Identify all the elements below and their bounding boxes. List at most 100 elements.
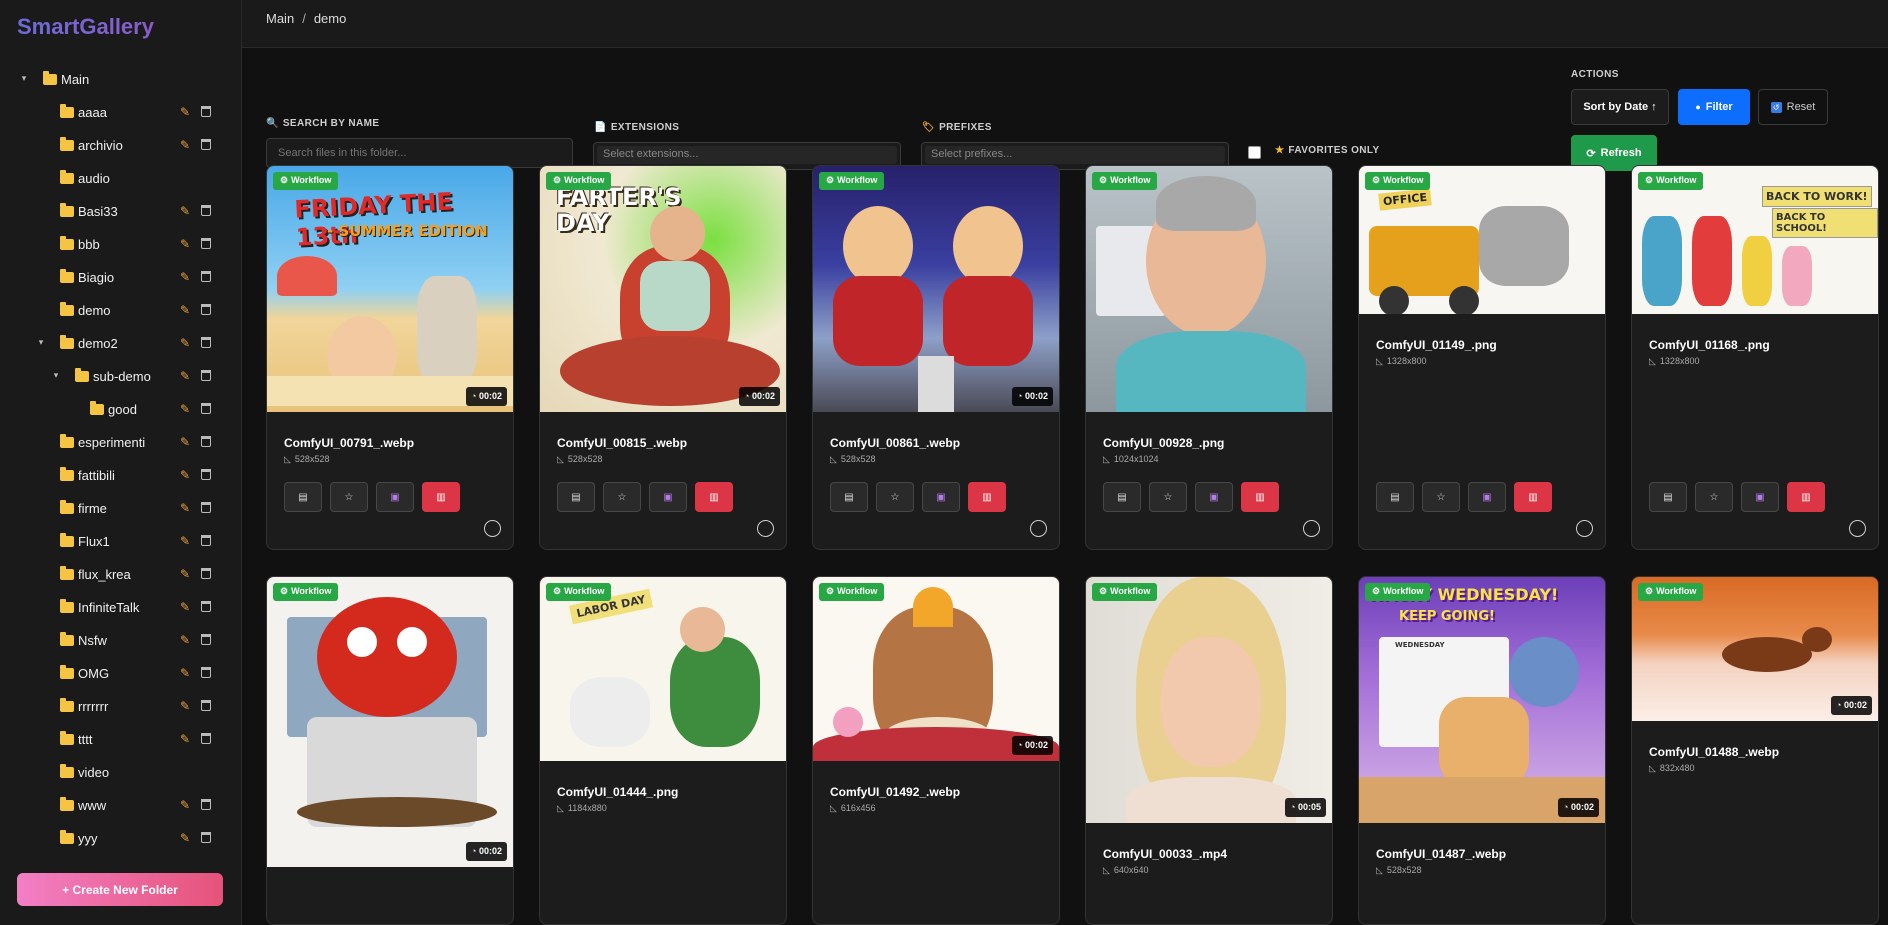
pencil-icon[interactable]: ✎: [180, 435, 190, 449]
trash-icon[interactable]: [201, 601, 211, 612]
open-file-button[interactable]: ▤: [1103, 482, 1141, 512]
select-circle[interactable]: [1303, 520, 1320, 537]
sidebar-item-audio[interactable]: audio: [0, 162, 242, 195]
sidebar-item-flux-krea[interactable]: flux_krea ✎: [0, 558, 242, 591]
workflow-badge[interactable]: ⚙ Workflow: [1365, 583, 1431, 601]
gallery-card[interactable]: ⚙ Workflow ◔ 00:02: [266, 576, 514, 925]
workflow-badge[interactable]: ⚙ Workflow: [1092, 172, 1158, 190]
sidebar-item-archivio[interactable]: archivio ✎: [0, 129, 242, 162]
trash-icon[interactable]: [201, 337, 211, 348]
favorite-button[interactable]: ☆: [330, 482, 368, 512]
pencil-icon[interactable]: ✎: [180, 138, 190, 152]
pencil-icon[interactable]: ✎: [180, 534, 190, 548]
trash-icon[interactable]: [201, 106, 211, 117]
open-file-button[interactable]: ▤: [284, 482, 322, 512]
pencil-icon[interactable]: ✎: [180, 567, 190, 581]
thumbnail[interactable]: BACK TO WORK! BACK TO SCHOOL! ⚙ Workflow: [1632, 166, 1878, 314]
workflow-badge[interactable]: ⚙ Workflow: [819, 172, 885, 190]
gallery-card[interactable]: OFFICE ⚙ Workflow ComfyUI_01149_.png ◺ 1328x8…: [1358, 165, 1606, 550]
pencil-icon[interactable]: ✎: [180, 402, 190, 416]
save-button[interactable]: ▣: [376, 482, 414, 512]
pencil-icon[interactable]: ✎: [180, 600, 190, 614]
select-circle[interactable]: [1030, 520, 1047, 537]
favorite-button[interactable]: ☆: [1149, 482, 1187, 512]
thumbnail[interactable]: ⚙ Workflow: [1086, 166, 1332, 412]
pencil-icon[interactable]: ✎: [180, 468, 190, 482]
sidebar-item-fattibili[interactable]: fattibili ✎: [0, 459, 242, 492]
workflow-badge[interactable]: ⚙ Workflow: [1638, 583, 1704, 601]
trash-icon[interactable]: [201, 700, 211, 711]
sidebar-item-good[interactable]: good ✎: [0, 393, 242, 426]
thumbnail[interactable]: WACKY WEDNESDAY! KEEP GOING! WEDNESDAY ⚙ Wor…: [1359, 577, 1605, 823]
pencil-icon[interactable]: ✎: [180, 270, 190, 284]
trash-icon[interactable]: [201, 502, 211, 513]
select-circle[interactable]: [1576, 520, 1593, 537]
create-folder-button[interactable]: + Create New Folder: [17, 873, 223, 906]
workflow-badge[interactable]: ⚙ Workflow: [273, 583, 339, 601]
thumbnail[interactable]: LABOR DAY ⚙ Workflow: [540, 577, 786, 761]
sidebar-item-yyy[interactable]: yyy ✎: [0, 822, 242, 855]
trash-icon[interactable]: [201, 799, 211, 810]
trash-icon[interactable]: [201, 469, 211, 480]
breadcrumb-root[interactable]: Main: [266, 11, 294, 26]
chevron-down-icon[interactable]: ▾: [19, 73, 29, 84]
gallery-card[interactable]: FRIDAY THE 13th - SUMMER EDITION ⚙ Workflow…: [266, 165, 514, 550]
trash-icon[interactable]: [201, 403, 211, 414]
pencil-icon[interactable]: ✎: [180, 336, 190, 350]
sidebar-item-bbb[interactable]: bbb ✎: [0, 228, 242, 261]
sidebar-item-basi33[interactable]: Basi33 ✎: [0, 195, 242, 228]
trash-icon[interactable]: [201, 271, 211, 282]
gallery-card[interactable]: LABOR DAY ⚙ Workflow ComfyUI_01444_.png ◺ 118…: [539, 576, 787, 925]
delete-button[interactable]: ▥: [1241, 482, 1279, 512]
open-file-button[interactable]: ▤: [1376, 482, 1414, 512]
trash-icon[interactable]: [201, 667, 211, 678]
sidebar-item-tttt[interactable]: tttt ✎: [0, 723, 242, 756]
search-input[interactable]: [266, 138, 573, 168]
pencil-icon[interactable]: ✎: [180, 204, 190, 218]
save-button[interactable]: ▣: [1741, 482, 1779, 512]
select-circle[interactable]: [1849, 520, 1866, 537]
sidebar-item-demo2[interactable]: ▾ demo2 ✎: [0, 327, 242, 360]
pencil-icon[interactable]: ✎: [180, 369, 190, 383]
workflow-badge[interactable]: ⚙ Workflow: [1638, 172, 1704, 190]
gallery-card[interactable]: ⚙ Workflow ComfyUI_00928_.png ◺ 1024x1024 ▤ ☆ ▣…: [1085, 165, 1333, 550]
delete-button[interactable]: ▥: [422, 482, 460, 512]
thumbnail[interactable]: FRIDAY THE 13th - SUMMER EDITION ⚙ Workflow…: [267, 166, 513, 412]
sidebar-item-infinitetalk[interactable]: InfiniteTalk ✎: [0, 591, 242, 624]
favorite-button[interactable]: ☆: [876, 482, 914, 512]
trash-icon[interactable]: [201, 238, 211, 249]
trash-icon[interactable]: [201, 634, 211, 645]
gallery-card[interactable]: WACKY WEDNESDAY! KEEP GOING! WEDNESDAY ⚙ Wor…: [1358, 576, 1606, 925]
open-file-button[interactable]: ▤: [557, 482, 595, 512]
thumbnail[interactable]: ⚙ Workflow ◔ 00:02: [813, 166, 1059, 412]
sidebar-item-nsfw[interactable]: Nsfw ✎: [0, 624, 242, 657]
open-file-button[interactable]: ▤: [830, 482, 868, 512]
delete-button[interactable]: ▥: [1514, 482, 1552, 512]
chevron-down-icon[interactable]: ▾: [36, 337, 46, 348]
sort-button[interactable]: Sort by Date ↑: [1571, 89, 1669, 125]
trash-icon[interactable]: [201, 205, 211, 216]
favorite-button[interactable]: ☆: [1422, 482, 1460, 512]
save-button[interactable]: ▣: [1468, 482, 1506, 512]
sidebar-item-esperimenti[interactable]: esperimenti ✎: [0, 426, 242, 459]
pencil-icon[interactable]: ✎: [180, 732, 190, 746]
sidebar-item-omg[interactable]: OMG ✎: [0, 657, 242, 690]
thumbnail[interactable]: OFFICE ⚙ Workflow: [1359, 166, 1605, 314]
gallery-card[interactable]: FARTER'S DAY ⚙ Workflow ◔ 00:02 ComfyUI_0081…: [539, 165, 787, 550]
chevron-down-icon[interactable]: ▾: [51, 370, 61, 381]
workflow-badge[interactable]: ⚙ Workflow: [546, 172, 612, 190]
pencil-icon[interactable]: ✎: [180, 798, 190, 812]
sidebar-item-biagio[interactable]: Biagio ✎: [0, 261, 242, 294]
pencil-icon[interactable]: ✎: [180, 633, 190, 647]
pencil-icon[interactable]: ✎: [180, 105, 190, 119]
sidebar-item-demo[interactable]: demo ✎: [0, 294, 242, 327]
trash-icon[interactable]: [201, 733, 211, 744]
select-circle[interactable]: [484, 520, 501, 537]
gallery-card[interactable]: ⚙ Workflow ◔ 00:02 ComfyUI_01492_.webp ◺ 616x…: [812, 576, 1060, 925]
delete-button[interactable]: ▥: [1787, 482, 1825, 512]
trash-icon[interactable]: [201, 139, 211, 150]
gallery-card[interactable]: ⚙ Workflow ◔ 00:05 ComfyUI_00033_.mp4 ◺ 640x6…: [1085, 576, 1333, 925]
favorites-checkbox[interactable]: [1248, 146, 1261, 159]
save-button[interactable]: ▣: [649, 482, 687, 512]
gallery-card[interactable]: ⚙ Workflow ◔ 00:02 ComfyUI_00861_.webp ◺ 528x…: [812, 165, 1060, 550]
